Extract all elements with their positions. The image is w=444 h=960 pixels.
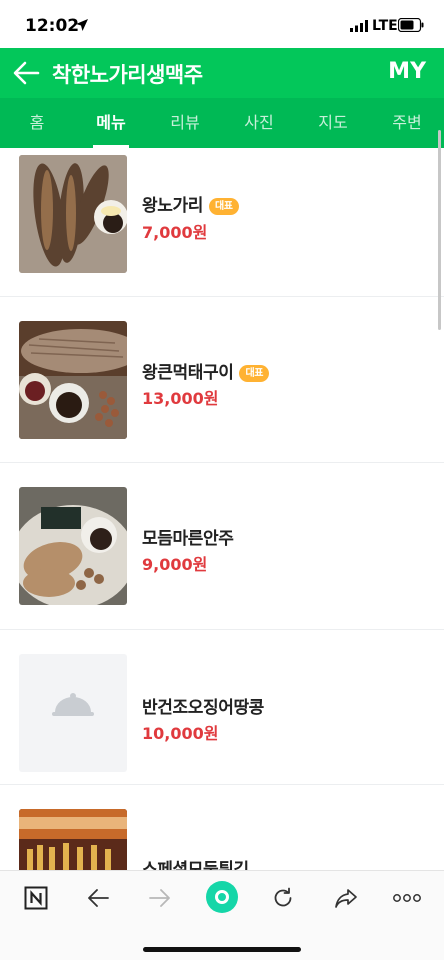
scrollbar[interactable]	[438, 130, 441, 330]
tab-review[interactable]: 리뷰	[148, 98, 222, 148]
menu-item[interactable]: 반건조오징어땅콩 10,000원	[0, 630, 444, 785]
grilled-fish-photo	[19, 155, 127, 273]
signal-icon	[350, 20, 368, 32]
page-title: 착한노가리생맥주	[52, 63, 203, 87]
back-arrow-icon[interactable]	[83, 883, 113, 913]
network-label: LTE	[372, 18, 398, 34]
menu-item-name-text: 스페셜모둠튀김	[142, 860, 249, 870]
back-arrow-icon[interactable]	[12, 60, 40, 86]
tab-map[interactable]: 지도	[296, 98, 370, 148]
tab-bar: 홈 메뉴 리뷰 사진 지도 주변	[0, 98, 444, 148]
refresh-icon[interactable]	[268, 883, 298, 913]
menu-list: 왕노가리 대표 7,000원 왕큰먹태구이 대표 13,000원 모듬마른안주 …	[0, 148, 444, 870]
tab-menu[interactable]: 메뉴	[74, 98, 148, 148]
menu-item-name-text: 모듬마른안주	[142, 529, 234, 549]
menu-item-name: 반건조오징어땅콩	[142, 693, 264, 718]
status-bar: 12:02 LTE	[0, 0, 444, 48]
menu-item-name-text: 왕노가리	[142, 196, 203, 216]
menu-item[interactable]: 왕노가리 대표 7,000원	[0, 148, 444, 297]
dried-snacks-photo	[19, 487, 127, 605]
battery-icon	[398, 18, 424, 32]
forward-arrow-icon[interactable]	[145, 883, 175, 913]
signature-badge: 대표	[208, 198, 239, 215]
menu-item-name: 모듬마른안주	[142, 524, 234, 549]
menu-item-price: 10,000원	[142, 724, 219, 743]
menu-item-price: 13,000원	[142, 389, 219, 408]
more-icon[interactable]	[392, 883, 422, 913]
menu-item-name: 왕큰먹태구이 대표	[142, 358, 270, 383]
menu-item-name: 왕노가리 대표	[142, 191, 239, 216]
app-header: 착한노가리생맥주 MY	[0, 48, 444, 98]
tab-nearby[interactable]: 주변	[370, 98, 444, 148]
tab-home[interactable]: 홈	[0, 98, 74, 148]
tab-photo[interactable]: 사진	[222, 98, 296, 148]
naver-n-icon[interactable]	[21, 883, 51, 913]
menu-item[interactable]: 왕큰먹태구이 대표 13,000원	[0, 297, 444, 463]
signature-badge: 대표	[239, 365, 270, 382]
my-button[interactable]: MY	[388, 59, 426, 84]
dried-pollack-photo	[19, 321, 127, 439]
menu-item[interactable]: 모듬마른안주 9,000원	[0, 463, 444, 630]
location-arrow-icon	[76, 19, 88, 31]
menu-item[interactable]: 스페셜모둠튀김	[0, 785, 444, 870]
cloche-icon	[52, 693, 94, 716]
green-dot-icon[interactable]	[205, 880, 239, 914]
browser-toolbar	[0, 870, 444, 960]
menu-item-name: 스페셜모둠튀김	[142, 855, 249, 870]
image-placeholder	[19, 654, 127, 772]
share-icon[interactable]	[331, 883, 361, 913]
menu-item-price: 9,000원	[142, 555, 208, 574]
menu-item-name-text: 왕큰먹태구이	[142, 363, 234, 383]
home-indicator	[143, 947, 301, 952]
menu-item-name-text: 반건조오징어땅콩	[142, 698, 264, 718]
menu-item-price: 7,000원	[142, 223, 208, 242]
fried-platter-photo	[19, 809, 127, 870]
status-time: 12:02	[25, 16, 80, 36]
